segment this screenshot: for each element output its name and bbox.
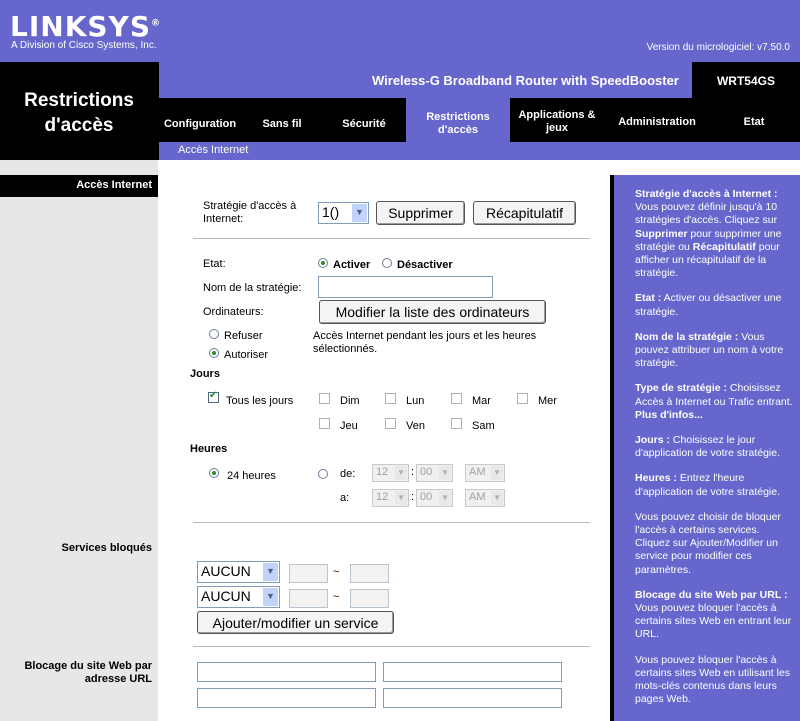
from-ampm-select[interactable]: AM ▼ bbox=[465, 464, 505, 482]
chevron-down-icon: ▼ bbox=[439, 491, 451, 505]
from-minute-select[interactable]: 00 ▼ bbox=[416, 464, 453, 482]
linksys-logo: LINKSYS® bbox=[10, 10, 161, 43]
logo-tagline: A Division of Cisco Systems, Inc. bbox=[11, 40, 157, 51]
delete-button[interactable]: Supprimer bbox=[376, 201, 465, 225]
tab-administration[interactable]: Administration bbox=[612, 116, 702, 128]
allow-radio[interactable] bbox=[209, 348, 219, 358]
more-info-link[interactable]: Plus d'infos... bbox=[635, 409, 703, 421]
day-mon-checkbox[interactable] bbox=[385, 393, 396, 404]
all-day-radio[interactable] bbox=[209, 468, 219, 478]
days-label: Jours bbox=[190, 368, 220, 380]
chevron-down-icon: ▼ bbox=[263, 563, 278, 581]
policy-name-label: Nom de la stratégie: bbox=[203, 282, 302, 294]
day-sun-checkbox[interactable] bbox=[319, 393, 330, 404]
day-sat-checkbox[interactable] bbox=[451, 418, 462, 429]
range-tilde: ~ bbox=[333, 591, 340, 603]
url-input-3[interactable] bbox=[197, 688, 376, 708]
day-sat-label: Sam bbox=[472, 420, 495, 432]
status-enable-radio[interactable] bbox=[318, 258, 328, 268]
tab-wireless[interactable]: Sans fil bbox=[248, 118, 316, 130]
to-hour-select[interactable]: 12 ▼ bbox=[372, 489, 409, 507]
divider bbox=[193, 522, 590, 523]
deny-label: Refuser bbox=[224, 330, 263, 342]
service-port-start-2[interactable] bbox=[289, 589, 328, 608]
service-port-end-2[interactable] bbox=[350, 589, 389, 608]
day-wed-label: Mer bbox=[538, 395, 557, 407]
model-name: WRT54GS bbox=[716, 74, 775, 88]
url-input-1[interactable] bbox=[197, 662, 376, 682]
time-separator: : bbox=[411, 466, 415, 478]
time-separator: : bbox=[411, 491, 415, 503]
range-tilde: ~ bbox=[333, 566, 340, 578]
sub-navigation bbox=[159, 142, 800, 160]
every-day-label: Tous les jours bbox=[226, 395, 294, 407]
computers-label: Ordinateurs: bbox=[203, 306, 264, 318]
edit-computer-list-button[interactable]: Modifier la liste des ordinateurs bbox=[319, 300, 546, 324]
all-day-label: 24 heures bbox=[227, 470, 276, 482]
chevron-down-icon: ▼ bbox=[491, 466, 503, 480]
service-port-start-1[interactable] bbox=[289, 564, 328, 583]
tab-access-restrictions[interactable]: Restrictions d'accès bbox=[420, 111, 496, 137]
to-minute-select[interactable]: 00 ▼ bbox=[416, 489, 453, 507]
status-disable-radio[interactable] bbox=[382, 258, 392, 268]
service-select-2[interactable]: AUCUN ▼ bbox=[197, 586, 280, 608]
help-text: Stratégie d'accès à Internet : Vous pouv… bbox=[635, 188, 793, 706]
subnav-internet-access[interactable]: Accès Internet bbox=[178, 144, 248, 156]
day-mon-label: Lun bbox=[406, 395, 425, 407]
firmware-version: Version du micrologiciel: v7.50.0 bbox=[646, 42, 790, 53]
time-range-radio[interactable] bbox=[318, 469, 328, 479]
chevron-down-icon: ▼ bbox=[395, 466, 407, 480]
allow-label: Autoriser bbox=[224, 349, 269, 361]
day-thu-checkbox[interactable] bbox=[319, 418, 330, 429]
left-label-web-block: Blocage du site Web par adresse URL bbox=[24, 660, 152, 685]
day-tue-checkbox[interactable] bbox=[451, 393, 462, 404]
day-tue-label: Mar bbox=[472, 395, 491, 407]
chevron-down-icon: ▼ bbox=[395, 491, 407, 505]
day-wed-checkbox[interactable] bbox=[517, 393, 528, 404]
chevron-down-icon: ▼ bbox=[263, 588, 278, 606]
divider bbox=[193, 238, 590, 239]
left-label-internet-access: Accès Internet bbox=[76, 179, 152, 191]
policy-label: Stratégie d'accès à Internet: bbox=[203, 200, 297, 225]
day-fri-label: Ven bbox=[406, 420, 425, 432]
tab-security[interactable]: Sécurité bbox=[330, 118, 398, 130]
policy-select[interactable]: 1() ▼ bbox=[318, 202, 369, 224]
from-label: de: bbox=[340, 468, 356, 480]
divider bbox=[193, 646, 590, 647]
status-disable-label: Désactiver bbox=[397, 259, 453, 271]
service-select-1[interactable]: AUCUN ▼ bbox=[197, 561, 280, 583]
every-day-checkbox[interactable] bbox=[208, 390, 219, 403]
tab-applications-gaming[interactable]: Applications & jeux bbox=[514, 109, 600, 135]
add-edit-service-button[interactable]: Ajouter/modifier un service bbox=[197, 611, 394, 634]
service-port-end-1[interactable] bbox=[350, 564, 389, 583]
tab-status[interactable]: Etat bbox=[724, 116, 784, 128]
day-thu-label: Jeu bbox=[340, 420, 358, 432]
chevron-down-icon: ▼ bbox=[491, 491, 503, 505]
status-enable-label: Activer bbox=[333, 259, 371, 271]
policy-name-input[interactable] bbox=[318, 276, 493, 298]
access-description: Accès Internet pendant les jours et les … bbox=[313, 330, 537, 355]
left-label-blocked-services: Services bloqués bbox=[61, 542, 153, 554]
url-input-4[interactable] bbox=[383, 688, 562, 708]
chevron-down-icon: ▼ bbox=[352, 204, 367, 222]
day-fri-checkbox[interactable] bbox=[385, 418, 396, 429]
from-hour-select[interactable]: 12 ▼ bbox=[372, 464, 409, 482]
hours-label: Heures bbox=[190, 443, 228, 455]
url-input-2[interactable] bbox=[383, 662, 562, 682]
product-name: Wireless-G Broadband Router with SpeedBo… bbox=[372, 73, 679, 88]
deny-radio[interactable] bbox=[209, 329, 219, 339]
page-title: Restrictions d'accès bbox=[24, 90, 134, 136]
to-ampm-select[interactable]: AM ▼ bbox=[465, 489, 505, 507]
chevron-down-icon: ▼ bbox=[439, 466, 451, 480]
status-label: Etat: bbox=[203, 258, 226, 270]
summary-button[interactable]: Récapitulatif bbox=[473, 201, 576, 225]
day-sun-label: Dim bbox=[340, 395, 360, 407]
to-label: a: bbox=[340, 492, 350, 504]
tab-configuration[interactable]: Configuration bbox=[160, 118, 240, 130]
left-column bbox=[0, 160, 158, 721]
